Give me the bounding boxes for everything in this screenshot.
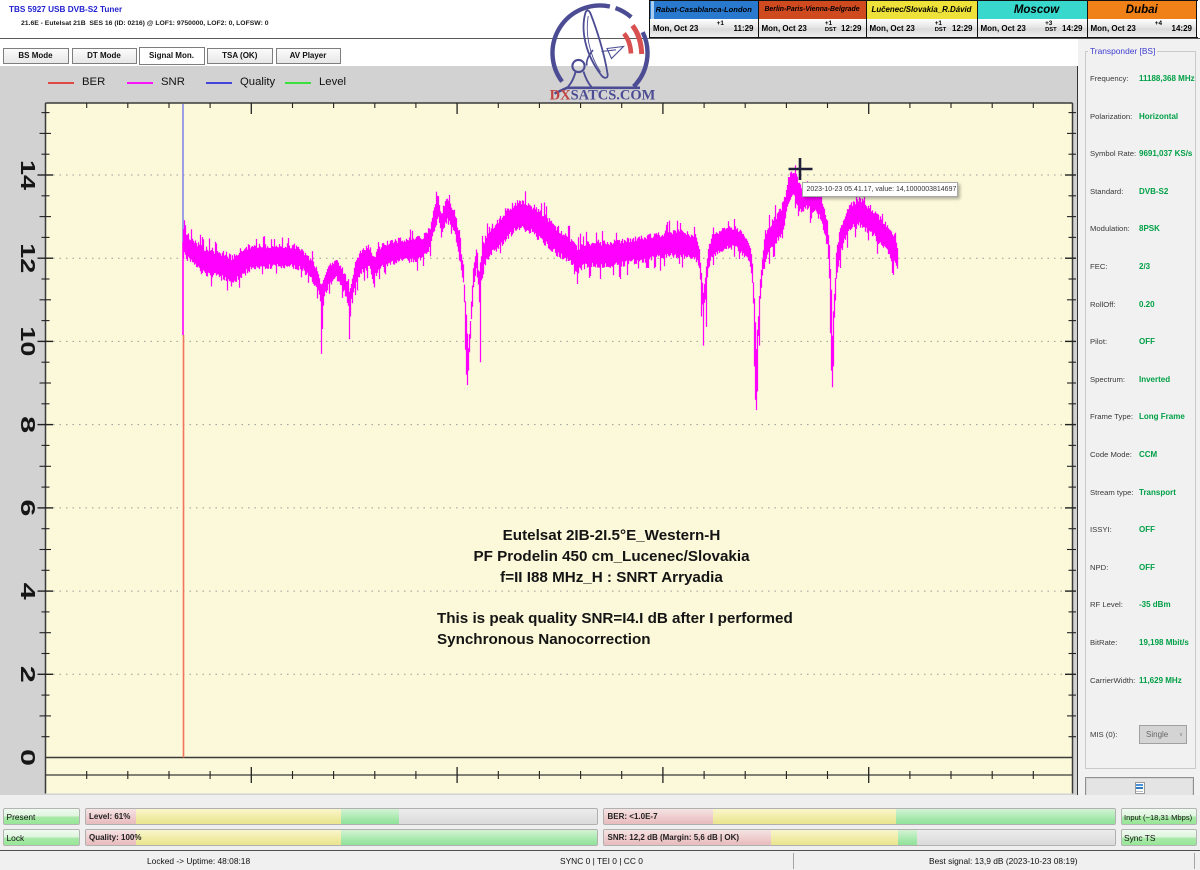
- svg-text:10: 10: [16, 326, 38, 356]
- svg-text:12: 12: [16, 243, 38, 273]
- svg-text:6: 6: [16, 499, 38, 516]
- svg-text:0: 0: [16, 749, 38, 766]
- svg-text:DXSATCS.COM: DXSATCS.COM: [550, 88, 656, 104]
- svg-text:2: 2: [16, 666, 38, 683]
- svg-text:14: 14: [16, 160, 38, 191]
- svg-text:8: 8: [16, 416, 38, 433]
- svg-text:4: 4: [16, 583, 38, 601]
